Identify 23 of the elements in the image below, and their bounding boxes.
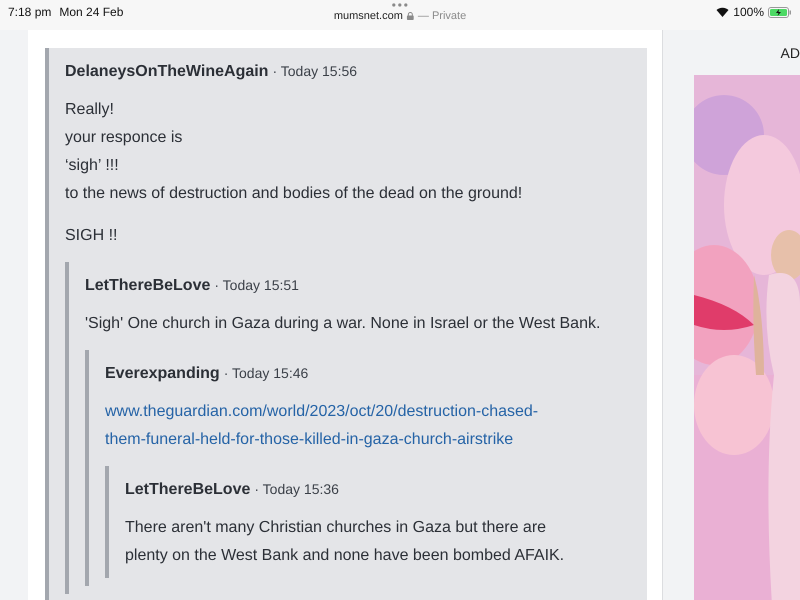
- author-name[interactable]: DelaneysOnTheWineAgain: [65, 60, 268, 84]
- private-label: — Private: [418, 9, 466, 24]
- comment-text: Really! your responce is ‘sigh’ !!! to the news of destruction and bodies of the dead on the ground!: [65, 100, 524, 204]
- author-name[interactable]: Everexpanding: [105, 362, 220, 386]
- comment-text: 'Sigh' One church in Gaza during a war. None in Israel or the West Bank.: [85, 314, 602, 334]
- battery-percent: 100%: [733, 4, 764, 21]
- author-name[interactable]: LetThereBeLove: [85, 274, 210, 298]
- author-name[interactable]: LetThereBeLove: [125, 478, 250, 502]
- battery-charging-icon: [768, 6, 792, 18]
- clock: 7:18 pm: [8, 4, 52, 21]
- wifi-icon: [716, 7, 730, 17]
- post-time: · Today 15:36: [254, 480, 339, 499]
- post-time: · Today 15:51: [214, 276, 299, 295]
- post-time: · Today 15:56: [272, 62, 358, 81]
- post-time: · Today 15:46: [224, 364, 308, 383]
- more-icon[interactable]: [392, 3, 408, 7]
- article-link[interactable]: www.theguardian.com/world/2023/oct/20/destruction-chased- them-funeral-held-for-those-killed-in-gaza-church-airstrike: [105, 398, 647, 454]
- comment-text: SIGH !!: [65, 226, 118, 246]
- date: Mon 24 Feb: [59, 4, 124, 21]
- lock-icon: [406, 12, 414, 20]
- url-text[interactable]: mumsnet.com: [334, 8, 403, 24]
- comment-text: There aren't many Christian churches in Gaza but there are plenty on the West Bank and none have been bombed AFAIK.: [125, 518, 566, 566]
- ad-label: AD: [780, 44, 800, 63]
